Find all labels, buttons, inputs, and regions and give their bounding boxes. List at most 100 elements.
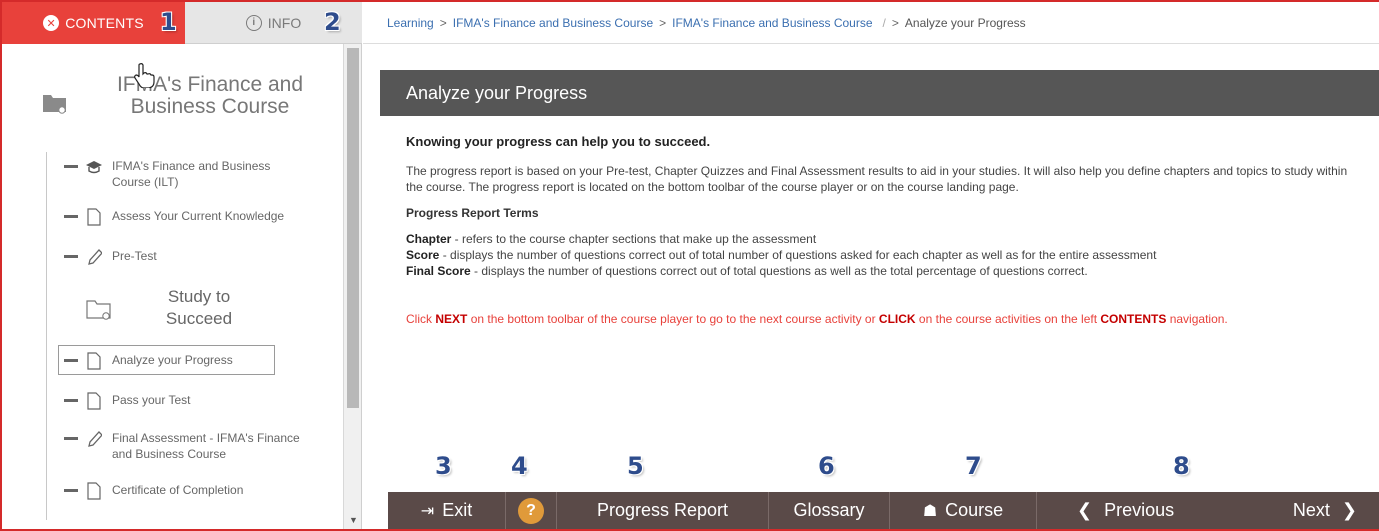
tree-item-label: Analyze your Progress xyxy=(112,353,233,367)
tree-item[interactable]: IFMA's Finance and Business Course (ILT) xyxy=(64,158,292,190)
term-description: - displays the number of questions corre… xyxy=(470,264,1088,278)
tab-contents-label: CONTENTS xyxy=(65,15,144,31)
note-emphasis: CONTENTS xyxy=(1100,312,1167,326)
callout-number: 8 xyxy=(1173,452,1190,480)
course-heading[interactable]: IFMA's Finance and Business Course xyxy=(42,70,322,150)
breadcrumb-link[interactable]: Learning xyxy=(387,16,434,30)
scroll-down-icon[interactable]: ▼ xyxy=(349,515,358,525)
panel-tabs: ✕ CONTENTS i INFO xyxy=(2,2,362,44)
pencil-icon xyxy=(88,431,102,447)
section-heading[interactable]: Study to Succeed xyxy=(86,286,286,336)
progress-report-label: Progress Report xyxy=(596,500,729,520)
breadcrumb-slash: / xyxy=(882,15,886,30)
chevron-right-icon: ❯ xyxy=(1341,500,1357,520)
terms-heading: Progress Report Terms xyxy=(406,206,539,220)
term-row: Chapter - refers to the course chapter s… xyxy=(406,231,1366,247)
callout-number: 1 xyxy=(160,8,177,36)
tree-item-label: Pass your Test xyxy=(112,393,191,407)
tree-item[interactable]: Pre-Test xyxy=(64,248,157,266)
term-name: Score xyxy=(406,248,440,262)
note-text: navigation. xyxy=(1166,312,1228,326)
callout-number: 4 xyxy=(511,452,528,480)
note-text: on the bottom toolbar of the course play… xyxy=(467,312,879,326)
course-button[interactable]: ☗ Course xyxy=(890,492,1037,529)
pencil-icon xyxy=(88,249,102,265)
term-description: - refers to the course chapter sections … xyxy=(451,232,817,246)
callout-number: 3 xyxy=(435,452,452,480)
callout-number: 2 xyxy=(324,8,341,36)
note-text: Click xyxy=(406,312,436,326)
chevron-left-icon: ❮ xyxy=(1077,500,1093,520)
page-title-bar: Analyze your Progress xyxy=(380,70,1379,116)
tree-item-label: Final Assessment - IFMA's Finance and Bu… xyxy=(112,431,300,461)
scroll-thumb[interactable] xyxy=(347,48,359,408)
breadcrumb-separator: > xyxy=(439,15,447,30)
tree-guide xyxy=(46,152,47,520)
tree-item-selected[interactable]: Analyze your Progress xyxy=(64,352,233,370)
page-icon xyxy=(87,208,101,226)
course-label: Course xyxy=(945,500,1004,520)
tree-item[interactable]: Certificate of Completion xyxy=(64,482,243,500)
tree-item-label: Assess Your Current Knowledge xyxy=(112,209,285,223)
navigation-group: ❮ Previous Next ❯ xyxy=(1037,492,1379,529)
tree-item[interactable]: Assess Your Current Knowledge xyxy=(64,208,284,226)
dash-icon xyxy=(64,255,78,258)
breadcrumb-current: Analyze your Progress xyxy=(904,15,1026,30)
navigation-note: Click NEXT on the bottom toolbar of the … xyxy=(406,311,1366,327)
note-emphasis: NEXT xyxy=(435,312,468,326)
tree-item[interactable]: Final Assessment - IFMA's Finance and Bu… xyxy=(64,430,302,462)
previous-button[interactable]: ❮ Previous xyxy=(1077,500,1174,521)
progress-report-button[interactable]: Progress Report xyxy=(557,492,769,529)
glossary-button[interactable]: Glossary xyxy=(769,492,890,529)
next-button[interactable]: Next ❯ xyxy=(1293,500,1357,521)
tab-info-label: INFO xyxy=(267,14,302,31)
note-text: on the course activities on the left xyxy=(915,312,1101,326)
info-icon: i xyxy=(245,14,262,31)
term-row: Final Score - displays the number of que… xyxy=(406,263,1366,279)
page-icon xyxy=(87,352,101,370)
callout-number: 7 xyxy=(965,452,982,480)
dash-icon xyxy=(64,165,78,168)
breadcrumb-separator: > xyxy=(891,15,899,30)
tree-item[interactable]: Pass your Test xyxy=(64,392,190,410)
glossary-label: Glossary xyxy=(793,500,865,520)
previous-label: Previous xyxy=(1104,500,1175,520)
term-description: - displays the number of questions corre… xyxy=(439,248,1157,262)
graduation-cap-icon xyxy=(86,161,102,174)
term-row: Score - displays the number of questions… xyxy=(406,247,1366,263)
hand-cursor-icon xyxy=(134,63,155,88)
page-icon xyxy=(87,392,101,410)
terms-list: Chapter - refers to the course chapter s… xyxy=(406,231,1366,279)
dash-icon xyxy=(64,399,78,402)
exit-icon: ⇥ xyxy=(420,502,435,520)
folder-icon xyxy=(43,95,66,114)
home-icon: ☗ xyxy=(922,502,938,520)
intro-paragraph: The progress report is based on your Pre… xyxy=(406,164,1348,194)
contents-panel: ✕ CONTENTS i INFO 1 2 IFMA's Finance and… xyxy=(2,2,362,529)
contents-scrollbar[interactable]: ▼ xyxy=(343,44,361,529)
note-emphasis: CLICK xyxy=(878,312,916,326)
help-icon: ? xyxy=(518,497,544,524)
folder-outline-icon xyxy=(86,300,111,320)
breadcrumb-link[interactable]: IFMA's Finance and Business Course xyxy=(453,16,653,30)
exit-label: Exit xyxy=(442,500,473,520)
callout-number: 6 xyxy=(818,452,835,480)
tab-contents[interactable]: ✕ CONTENTS xyxy=(2,2,185,44)
next-label: Next xyxy=(1292,500,1330,520)
breadcrumb-link[interactable]: IFMA's Finance and Business Course xyxy=(672,16,872,30)
term-name: Chapter xyxy=(406,232,452,246)
dash-icon xyxy=(64,359,78,362)
page-icon xyxy=(87,482,101,500)
term-name: Final Score xyxy=(406,264,471,278)
dash-icon xyxy=(64,489,78,492)
page-content: Knowing your progress can help you to su… xyxy=(406,134,1366,337)
exit-button[interactable]: ⇥ Exit xyxy=(388,492,506,529)
breadcrumb-separator: > xyxy=(659,15,667,30)
tree-item-label: Certificate of Completion xyxy=(112,483,244,497)
dash-icon xyxy=(64,437,78,440)
help-button[interactable]: ? xyxy=(506,492,557,529)
bottom-toolbar: ⇥ Exit ? Progress Report Glossary ☗ Cour… xyxy=(388,492,1379,529)
dash-icon xyxy=(64,215,78,218)
tree-item-label: IFMA's Finance and Business Course (ILT) xyxy=(112,159,271,189)
breadcrumb: Learning > IFMA's Finance and Business C… xyxy=(363,2,1379,44)
